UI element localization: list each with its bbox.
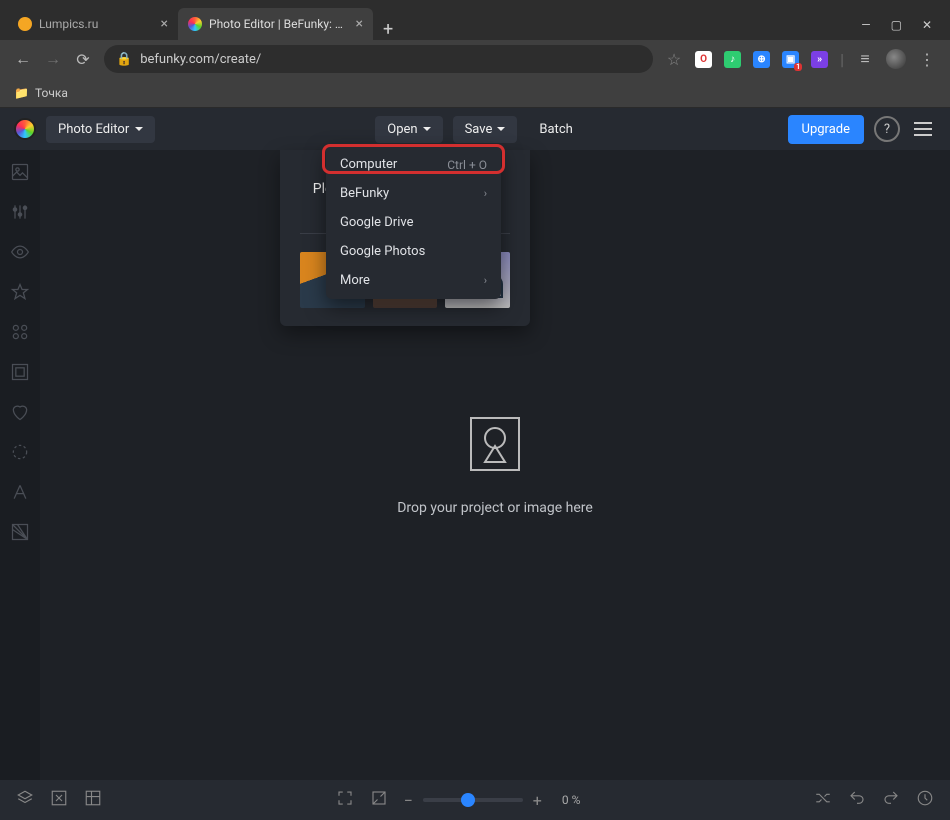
reading-list-icon[interactable]: ≡ xyxy=(856,49,874,69)
forward-button[interactable]: → xyxy=(44,49,62,69)
close-button[interactable]: ✕ xyxy=(922,18,932,32)
chevron-down-icon xyxy=(423,122,431,137)
zoom-slider[interactable] xyxy=(423,798,523,802)
dropdown-label: Computer xyxy=(340,157,397,172)
slider-knob[interactable] xyxy=(461,793,475,807)
close-icon[interactable]: × xyxy=(356,16,363,32)
extension-icon[interactable]: O xyxy=(695,51,712,68)
upgrade-label: Upgrade xyxy=(802,122,850,137)
address-bar: ← → ⟳ 🔒 befunky.com/create/ ☆ O ♪ ⊕ ▣1 »… xyxy=(0,40,950,78)
extensions: ☆ O ♪ ⊕ ▣1 » | ≡ ⋮ xyxy=(665,49,936,69)
undo-icon[interactable] xyxy=(848,789,866,811)
eye-tool-icon[interactable] xyxy=(10,242,30,262)
drop-icon xyxy=(397,414,593,478)
extension-icon[interactable]: ♪ xyxy=(724,51,741,68)
history-icon[interactable] xyxy=(916,789,934,811)
folder-icon: 📁 xyxy=(14,86,29,100)
dropdown-label: More xyxy=(340,273,370,288)
overlay-tool-icon[interactable] xyxy=(10,442,30,462)
zoom-value: 0 % xyxy=(562,793,581,807)
expand-icon[interactable] xyxy=(370,789,388,811)
frame-tool-icon[interactable] xyxy=(10,362,30,382)
maximize-button[interactable]: ▢ xyxy=(891,18,902,32)
upgrade-button[interactable]: Upgrade xyxy=(788,115,864,144)
graphics-tool-icon[interactable] xyxy=(10,322,30,342)
image-tool-icon[interactable] xyxy=(10,162,30,182)
lock-icon: 🔒 xyxy=(116,52,132,67)
drop-zone: Drop your project or image here xyxy=(397,414,593,516)
extension-icon[interactable]: ▣1 xyxy=(782,51,799,68)
chevron-right-icon: › xyxy=(484,274,487,287)
bottom-bar: − + 0 % xyxy=(0,780,950,820)
mode-label: Photo Editor xyxy=(58,122,129,137)
redo-icon[interactable] xyxy=(882,789,900,811)
window-controls: — ▢ ✕ xyxy=(853,18,940,40)
dropdown-item-gdrive[interactable]: Google Drive xyxy=(326,208,501,237)
app-toolbar: Photo Editor Open Save Batch Upgrade ? xyxy=(0,108,950,150)
dropdown-item-computer[interactable]: Computer Ctrl + O xyxy=(326,150,501,179)
bookmarks-bar: 📁 Точка xyxy=(0,78,950,108)
url-input[interactable]: 🔒 befunky.com/create/ xyxy=(104,45,653,73)
menu-button[interactable] xyxy=(910,118,936,140)
url-text: befunky.com/create/ xyxy=(140,52,261,67)
chevron-down-icon xyxy=(135,122,143,137)
tool-sidebar xyxy=(0,150,40,780)
save-label: Save xyxy=(465,122,493,137)
dropdown-item-gphotos[interactable]: Google Photos xyxy=(326,237,501,266)
open-label: Open xyxy=(387,122,417,137)
app-logo[interactable] xyxy=(14,118,36,140)
drop-text: Drop your project or image here xyxy=(397,500,593,516)
browser-tab-inactive[interactable]: Lumpics.ru × xyxy=(8,8,178,40)
heart-tool-icon[interactable] xyxy=(10,402,30,422)
open-button[interactable]: Open xyxy=(375,116,442,143)
favicon xyxy=(18,17,32,31)
fit-icon[interactable] xyxy=(336,789,354,811)
layers-icon[interactable] xyxy=(16,789,34,811)
mode-selector[interactable]: Photo Editor xyxy=(46,116,155,143)
batch-button[interactable]: Batch xyxy=(527,116,584,143)
dropdown-item-befunky[interactable]: BeFunky › xyxy=(326,179,501,208)
profile-avatar[interactable] xyxy=(886,49,906,69)
reload-button[interactable]: ⟳ xyxy=(74,50,92,69)
tab-title: Lumpics.ru xyxy=(39,17,154,31)
zoom-control: − + 0 % xyxy=(404,791,581,810)
close-icon[interactable]: × xyxy=(161,16,168,32)
shuffle-icon[interactable] xyxy=(814,789,832,811)
menu-icon[interactable]: ⋮ xyxy=(918,50,936,69)
open-dropdown: Computer Ctrl + O BeFunky › Google Drive… xyxy=(326,146,501,299)
window-titlebar: Lumpics.ru × Photo Editor | BeFunky: Fre… xyxy=(0,0,950,40)
chevron-right-icon: › xyxy=(484,187,487,200)
compare-icon[interactable] xyxy=(50,789,68,811)
texture-tool-icon[interactable] xyxy=(10,522,30,542)
dropdown-shortcut: Ctrl + O xyxy=(447,158,487,172)
save-button[interactable]: Save xyxy=(453,116,518,143)
favicon xyxy=(188,17,202,31)
bookmark-star-icon[interactable]: ☆ xyxy=(665,50,683,69)
befunky-app: Photo Editor Open Save Batch Upgrade ? xyxy=(0,108,950,820)
tab-title: Photo Editor | BeFunky: Free Onli xyxy=(209,17,349,31)
dropdown-label: BeFunky xyxy=(340,186,389,201)
extension-icon[interactable]: ⊕ xyxy=(753,51,770,68)
back-button[interactable]: ← xyxy=(14,49,32,69)
new-tab-button[interactable]: + xyxy=(373,19,403,40)
adjust-tool-icon[interactable] xyxy=(10,202,30,222)
browser-tab-active[interactable]: Photo Editor | BeFunky: Free Onli × xyxy=(178,8,373,40)
dropdown-item-more[interactable]: More › xyxy=(326,266,501,295)
app-body: Drop your project or image here Pleas e … xyxy=(0,150,950,780)
chevron-down-icon xyxy=(497,122,505,137)
grid-icon[interactable] xyxy=(84,789,102,811)
dropdown-label: Google Photos xyxy=(340,244,425,259)
batch-label: Batch xyxy=(539,122,572,137)
dropdown-label: Google Drive xyxy=(340,215,413,230)
bookmark-item[interactable]: Точка xyxy=(35,86,68,100)
minimize-button[interactable]: — xyxy=(861,18,870,32)
text-tool-icon[interactable] xyxy=(10,482,30,502)
extension-icon[interactable]: » xyxy=(811,51,828,68)
zoom-in-button[interactable]: + xyxy=(533,791,542,810)
zoom-out-button[interactable]: − xyxy=(404,791,413,810)
help-button[interactable]: ? xyxy=(874,116,900,142)
star-tool-icon[interactable] xyxy=(10,282,30,302)
